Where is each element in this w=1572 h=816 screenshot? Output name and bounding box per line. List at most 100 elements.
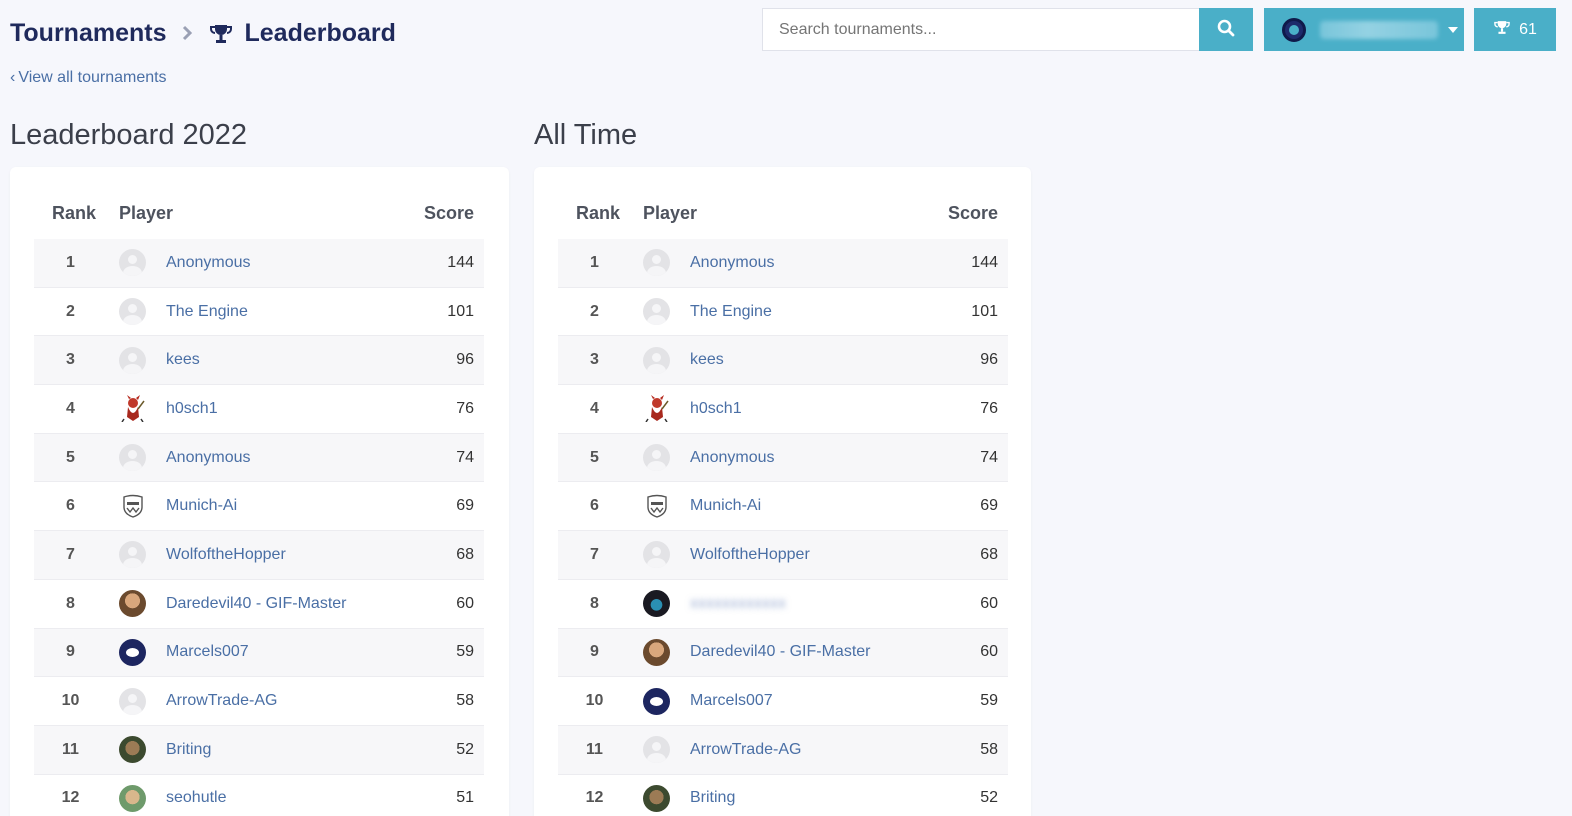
- rank-cell: 2: [66, 302, 75, 320]
- page-title: Leaderboard: [244, 19, 396, 47]
- player-link[interactable]: Daredevil40 - GIF-Master: [166, 595, 347, 613]
- score-cell: 69: [980, 497, 998, 515]
- player-link[interactable]: Briting: [690, 789, 735, 807]
- player-link[interactable]: Anonymous: [690, 449, 775, 467]
- score-cell: 74: [980, 448, 998, 466]
- default-avatar[interactable]: [643, 736, 670, 764]
- player-link[interactable]: WolfoftheHopper: [690, 546, 810, 564]
- default-avatar[interactable]: [119, 346, 146, 374]
- player-link[interactable]: Marcels007: [166, 643, 249, 661]
- player-link[interactable]: seohutle: [166, 789, 227, 807]
- user-name-redacted: [1320, 20, 1438, 39]
- trophy-count-button[interactable]: 61: [1474, 8, 1556, 51]
- table-row: 3 kees 96: [558, 336, 1008, 386]
- devil-avatar[interactable]: [119, 395, 146, 423]
- search-button[interactable]: [1199, 8, 1253, 51]
- default-avatar[interactable]: [119, 687, 146, 715]
- table-row: 3 kees 96: [34, 336, 484, 386]
- default-avatar[interactable]: [643, 249, 670, 277]
- photo-avatar-2[interactable]: [643, 784, 670, 812]
- breadcrumb-tournaments-link[interactable]: Tournaments: [10, 19, 167, 48]
- player-link[interactable]: ArrowTrade-AG: [690, 741, 801, 759]
- photo-avatar-3[interactable]: [119, 784, 146, 812]
- default-avatar[interactable]: [119, 298, 146, 326]
- score-cell: 76: [980, 399, 998, 417]
- player-link[interactable]: Munich-Ai: [166, 497, 237, 515]
- default-avatar[interactable]: [643, 298, 670, 326]
- rank-cell: 1: [66, 253, 75, 271]
- table-row: 8 xxxxxxxxxxxx 60: [558, 580, 1008, 629]
- player-link[interactable]: Anonymous: [166, 449, 251, 467]
- table-row: 11 ArrowTrade-AG 58: [558, 725, 1008, 775]
- devil-avatar[interactable]: [643, 395, 670, 423]
- leaderboard-2022-panel: Rank Player Score 1 Anonymous 144 2 The Engi…: [10, 167, 509, 816]
- player-link[interactable]: ArrowTrade-AG: [166, 692, 277, 710]
- player-link[interactable]: Daredevil40 - GIF-Master: [690, 643, 871, 661]
- rank-cell: 6: [590, 497, 599, 515]
- default-avatar[interactable]: [119, 444, 146, 472]
- crest-avatar[interactable]: [119, 493, 146, 520]
- table-row: 8 Daredevil40 - GIF-Master 60: [34, 580, 484, 629]
- score-cell: 59: [980, 692, 998, 710]
- player-link[interactable]: kees: [166, 351, 200, 369]
- table-row: 1 Anonymous 144: [34, 239, 484, 288]
- table-row: 2 The Engine 101: [558, 288, 1008, 337]
- photo-avatar[interactable]: [119, 590, 146, 618]
- score-cell: 101: [447, 302, 474, 320]
- rank-cell: 5: [590, 448, 599, 466]
- rank-cell: 7: [590, 545, 599, 563]
- player-link[interactable]: h0sch1: [166, 400, 218, 418]
- chevron-right-icon: [181, 21, 193, 47]
- crest-avatar[interactable]: [643, 493, 670, 520]
- default-avatar[interactable]: [119, 249, 146, 277]
- player-link[interactable]: h0sch1: [690, 400, 742, 418]
- table-row: 12 Briting 52: [558, 775, 1008, 816]
- player-link[interactable]: kees: [690, 351, 724, 369]
- photo-avatar-2[interactable]: [119, 736, 146, 764]
- rank-cell: 3: [66, 351, 75, 369]
- default-avatar[interactable]: [643, 346, 670, 374]
- rank-cell: 11: [62, 740, 79, 758]
- photo-avatar[interactable]: [643, 638, 670, 666]
- rank-cell: 12: [61, 789, 80, 807]
- breadcrumb: Tournaments Leaderboard: [10, 19, 396, 48]
- dark-avatar[interactable]: [643, 590, 670, 618]
- player-link[interactable]: Briting: [166, 741, 211, 759]
- rank-cell: 3: [590, 351, 599, 369]
- search-bar: [762, 8, 1253, 51]
- player-link[interactable]: Munich-Ai: [690, 497, 761, 515]
- player-link[interactable]: WolfoftheHopper: [166, 546, 286, 564]
- user-menu-button[interactable]: [1264, 8, 1464, 51]
- score-cell: 60: [980, 643, 998, 661]
- score-header: Score: [423, 203, 474, 223]
- player-link[interactable]: xxxxxxxxxxxx: [690, 595, 786, 613]
- search-icon: [1217, 19, 1235, 40]
- player-link[interactable]: Anonymous: [690, 254, 775, 272]
- navy-logo-avatar[interactable]: [119, 638, 146, 666]
- score-cell: 68: [980, 545, 998, 563]
- trophy-count: 61: [1519, 20, 1537, 38]
- chevron-left-icon: ‹: [10, 69, 16, 86]
- table-row: 6 Munich-Ai 69: [34, 482, 484, 532]
- default-avatar[interactable]: [119, 541, 146, 569]
- rank-cell: 4: [66, 399, 75, 417]
- view-all-tournaments-link[interactable]: ‹ View all tournaments: [10, 69, 167, 87]
- score-cell: 76: [456, 399, 474, 417]
- score-cell: 52: [980, 789, 998, 807]
- leaderboard-rows: 1 Anonymous 144 2 The Engine 101 3 kees 96 4 h0sch…: [34, 239, 484, 816]
- player-link[interactable]: Marcels007: [690, 692, 773, 710]
- rank-cell: 8: [590, 594, 599, 612]
- player-link[interactable]: The Engine: [166, 303, 248, 321]
- table-header: Rank Player Score: [558, 203, 1008, 227]
- default-avatar[interactable]: [643, 541, 670, 569]
- table-row: 9 Daredevil40 - GIF-Master 60: [558, 628, 1008, 678]
- navy-logo-avatar[interactable]: [643, 687, 670, 715]
- search-input[interactable]: [762, 8, 1199, 51]
- all-time-title: All Time: [534, 119, 638, 151]
- all-time-panel: Rank Player Score 1 Anonymous 144 2 The Engi…: [534, 167, 1031, 816]
- player-link[interactable]: Anonymous: [166, 254, 251, 272]
- default-avatar[interactable]: [643, 444, 670, 472]
- player-link[interactable]: The Engine: [690, 303, 772, 321]
- table-row: 10 ArrowTrade-AG 58: [34, 677, 484, 726]
- score-header: Score: [947, 203, 998, 223]
